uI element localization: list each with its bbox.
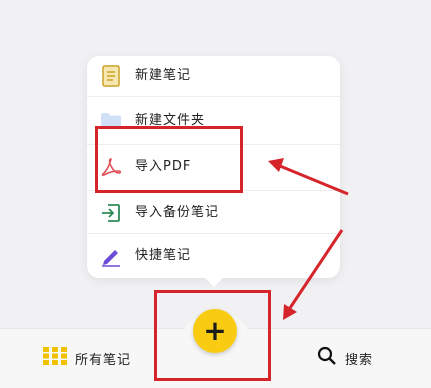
arrow-to-import-pdf (279, 164, 349, 196)
arrow-to-add-button (288, 229, 344, 309)
annotation-arrows (268, 158, 349, 320)
arrow-head-import-pdf (268, 158, 284, 172)
